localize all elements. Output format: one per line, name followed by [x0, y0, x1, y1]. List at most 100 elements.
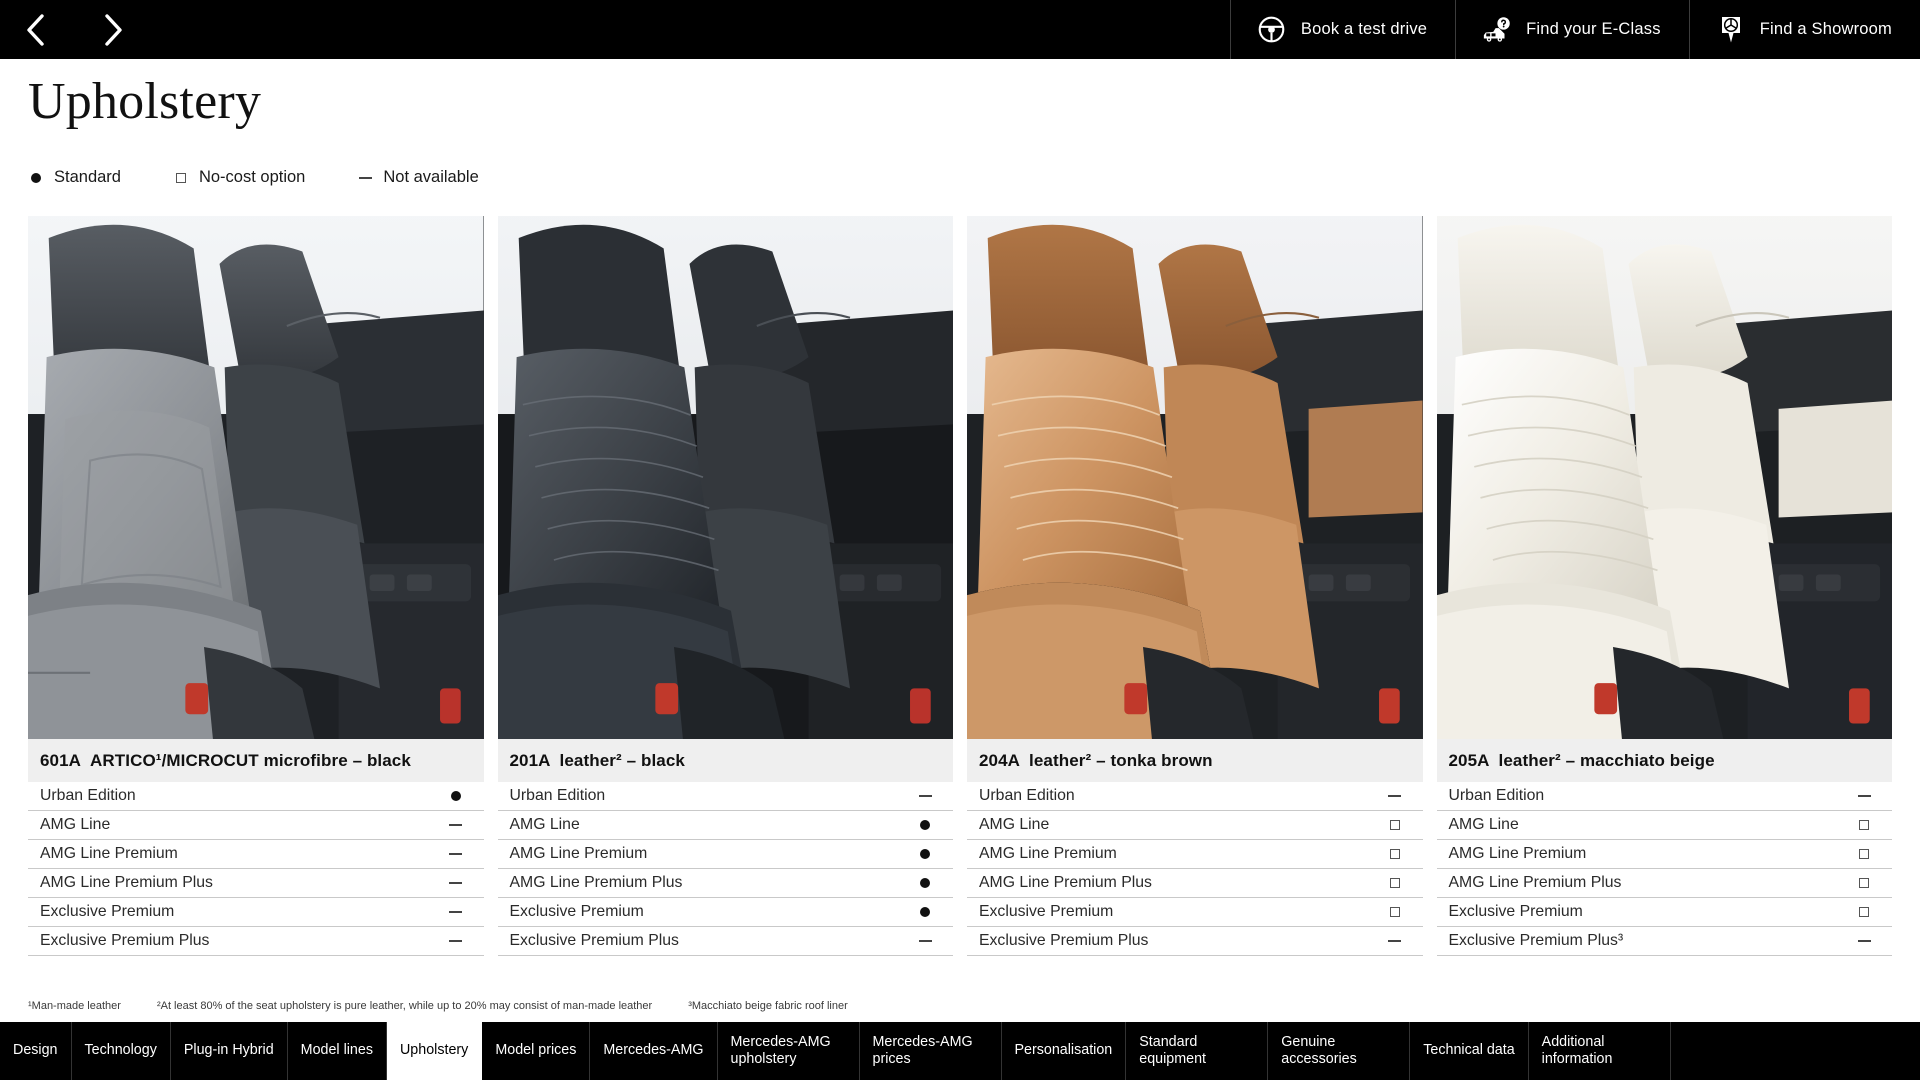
legend-item-not-available: Not available: [358, 168, 479, 187]
tab-additional-information[interactable]: Additional information: [1529, 1022, 1671, 1080]
tab-model-lines[interactable]: Model lines: [288, 1022, 387, 1080]
tab-mercedes-amg-prices[interactable]: Mercedes-AMG prices: [860, 1022, 1002, 1080]
tab-technical-data[interactable]: Technical data: [1410, 1022, 1529, 1080]
find-your-e-class-button[interactable]: Find your E-Class: [1455, 0, 1689, 59]
filled-dot-icon: [29, 172, 43, 183]
table-row[interactable]: AMG Line: [967, 811, 1423, 840]
tab-label: Model lines: [300, 1042, 373, 1059]
upholstery-brochure-page: Book a test drive Find your E-Class Find…: [0, 0, 1920, 1080]
tab-label: Plug-in Hybrid: [183, 1042, 274, 1059]
column-name: leather² – macchiato beige: [1498, 751, 1715, 771]
tab-model-prices[interactable]: Model prices: [482, 1022, 591, 1080]
row-label: AMG Line: [509, 816, 580, 833]
spec-rows-205A: Urban Edition AMG Line AMG Line Premium …: [1436, 782, 1892, 956]
table-row[interactable]: AMG Line Premium Plus: [28, 869, 484, 898]
value-dot-icon: [915, 907, 935, 917]
tab-personalisation[interactable]: Personalisation: [1002, 1022, 1127, 1080]
column-header-601A: 601A ARTICO¹/MICROCUT microfibre – black: [28, 739, 484, 782]
table-row[interactable]: Exclusive Premium: [1436, 898, 1892, 927]
tab-label: Additional information: [1541, 1033, 1613, 1067]
row-label: Exclusive Premium: [1448, 903, 1583, 920]
tab-upholstery[interactable]: Upholstery: [386, 1022, 483, 1080]
value-square-icon: [1854, 820, 1874, 830]
seat-photo-601A: [28, 216, 484, 740]
spec-rows-601A: Urban Edition AMG Line AMG Line Premium …: [28, 782, 484, 956]
legend-label: No-cost option: [198, 168, 306, 186]
table-row[interactable]: Exclusive Premium: [967, 898, 1423, 927]
footnotes: ¹Man-made leather ²At least 80% of the s…: [28, 1000, 884, 1012]
column-name: ARTICO¹/MICROCUT microfibre – black: [90, 751, 411, 771]
column-code: 201A: [509, 751, 551, 771]
tab-genuine-accessories[interactable]: Genuine accessories: [1268, 1022, 1411, 1080]
table-row[interactable]: AMG Line Premium: [1436, 840, 1892, 869]
footnote-3: ³Macchiato beige fabric roof liner: [688, 1000, 848, 1012]
column-header-205A: 205A leather² – macchiato beige: [1436, 739, 1892, 782]
row-label: AMG Line: [1448, 816, 1519, 833]
chevron-left-icon[interactable]: [18, 10, 52, 50]
map-pin-mercedes-star-icon: [1716, 15, 1746, 45]
table-row[interactable]: AMG Line: [1436, 811, 1892, 840]
row-label: AMG Line Premium Plus: [40, 874, 213, 891]
chevron-right-icon[interactable]: [96, 10, 130, 50]
page-title: Upholstery: [28, 73, 262, 130]
table-row[interactable]: AMG Line Premium: [28, 840, 484, 869]
row-label: Urban Edition: [509, 787, 606, 804]
upholstery-column-601A: 601A ARTICO¹/MICROCUT microfibre – black …: [28, 216, 484, 956]
tab-design[interactable]: Design: [0, 1022, 72, 1080]
row-label: Urban Edition: [40, 787, 136, 804]
tab-standard-equipment[interactable]: Standard equipment: [1126, 1022, 1269, 1080]
footnote-1: ¹Man-made leather: [28, 1000, 121, 1012]
table-row[interactable]: Exclusive Premium: [497, 898, 953, 927]
steering-wheel-icon: [1257, 15, 1287, 45]
row-label: AMG Line: [40, 816, 111, 833]
table-row[interactable]: AMG Line Premium Plus: [967, 869, 1423, 898]
legend-item-standard: Standard: [29, 168, 121, 187]
row-label: Exclusive Premium Plus³: [1448, 932, 1624, 949]
top-bar-spacer: [130, 0, 1230, 59]
column-name: leather² – black: [559, 751, 685, 771]
table-row[interactable]: Urban Edition: [28, 782, 484, 811]
action-label: Find your E-Class: [1526, 20, 1661, 38]
tab-technology[interactable]: Technology: [72, 1022, 171, 1080]
table-row[interactable]: AMG Line Premium: [967, 840, 1423, 869]
row-label: AMG Line Premium: [40, 845, 178, 862]
table-row[interactable]: AMG Line Premium Plus: [1436, 869, 1892, 898]
legend-item-no-cost-option: No-cost option: [174, 168, 305, 187]
upholstery-columns: 601A ARTICO¹/MICROCUT microfibre – black …: [28, 216, 1892, 956]
table-row[interactable]: Exclusive Premium Plus³: [1436, 927, 1892, 956]
table-row[interactable]: AMG Line: [28, 811, 484, 840]
value-square-icon: [1854, 907, 1874, 917]
action-label: Book a test drive: [1300, 20, 1428, 38]
value-square-icon: [1854, 849, 1874, 859]
column-code: 601A: [40, 751, 82, 771]
table-row[interactable]: Exclusive Premium Plus: [497, 927, 953, 956]
tab-label: Standard equipment: [1139, 1033, 1207, 1067]
table-row[interactable]: Exclusive Premium Plus: [967, 927, 1423, 956]
table-row[interactable]: Urban Edition: [967, 782, 1423, 811]
find-a-showroom-button[interactable]: Find a Showroom: [1688, 0, 1920, 59]
row-label: AMG Line Premium: [509, 845, 648, 862]
table-row[interactable]: AMG Line Premium Plus: [497, 869, 953, 898]
value-dash-icon: [915, 795, 935, 797]
table-row[interactable]: Exclusive Premium: [28, 898, 484, 927]
tab-mercedes-amg[interactable]: Mercedes-AMG: [590, 1022, 718, 1080]
table-row[interactable]: Exclusive Premium Plus: [28, 927, 484, 956]
value-dash-icon: [1385, 940, 1405, 942]
book-a-test-drive-button[interactable]: Book a test drive: [1229, 0, 1455, 59]
row-label: Exclusive Premium: [979, 903, 1114, 920]
table-row[interactable]: AMG Line: [497, 811, 953, 840]
row-label: Exclusive Premium Plus: [40, 932, 210, 949]
row-label: Exclusive Premium Plus: [509, 932, 679, 949]
empty-square-icon: [174, 172, 188, 183]
tab-mercedes-amg-upholstery[interactable]: Mercedes-AMG upholstery: [718, 1022, 860, 1080]
value-square-icon: [1385, 849, 1405, 859]
tab-label: Design: [13, 1042, 58, 1059]
table-row[interactable]: AMG Line Premium: [497, 840, 953, 869]
value-square-icon: [1854, 878, 1874, 888]
row-label: Exclusive Premium: [509, 903, 644, 920]
value-dot-icon: [915, 820, 935, 830]
column-name: leather² – tonka brown: [1029, 751, 1213, 771]
tab-plug-in-hybrid[interactable]: Plug-in Hybrid: [171, 1022, 288, 1080]
table-row[interactable]: Urban Edition: [1436, 782, 1892, 811]
table-row[interactable]: Urban Edition: [497, 782, 953, 811]
